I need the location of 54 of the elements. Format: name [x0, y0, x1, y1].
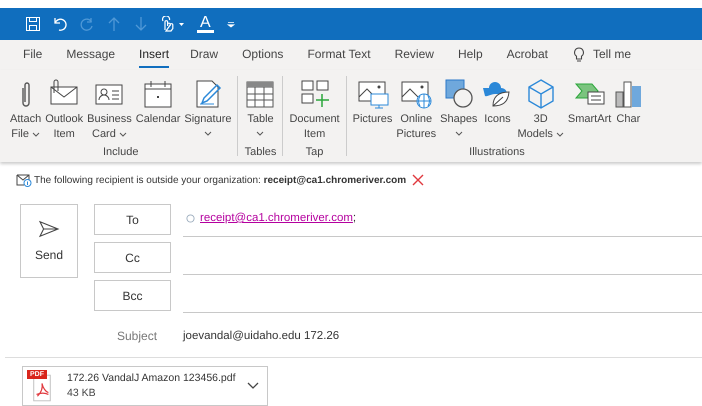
ribbon-tab[interactable]: Draw: [179, 40, 230, 70]
document-item-icon: [298, 78, 331, 110]
recipient-separator: ;: [352, 212, 356, 224]
subject-field[interactable]: joevandal@uidaho.edu 172.26: [183, 330, 340, 342]
ribbon-button[interactable]: Icons: [479, 70, 516, 146]
presence-icon: [186, 214, 195, 222]
ribbon-button[interactable]: Table: [242, 70, 278, 146]
ribbon-button[interactable]: Attach File: [8, 70, 44, 146]
ribbon-button[interactable]: Calendar: [134, 70, 182, 146]
recipient-input[interactable]: receipt@ca1.chromeriver.com;: [183, 204, 702, 237]
lightbulb-icon: [572, 47, 585, 63]
calendar-icon: [142, 78, 174, 110]
ribbon-tab[interactable]: Acrobat: [496, 40, 559, 70]
attachment-name: 172.26 VandalJ Amazon 123456.pdf: [67, 371, 237, 386]
send-icon: [38, 220, 60, 238]
ribbon-button[interactable]: Outlook Item: [43, 70, 86, 146]
ribbon-button[interactable]: Char: [613, 70, 644, 146]
send-button[interactable]: Send: [20, 204, 78, 278]
ribbon-button[interactable]: Document Item: [287, 70, 342, 146]
undo-icon[interactable]: [52, 16, 68, 32]
recipient-field-button[interactable]: To: [94, 204, 171, 235]
close-icon[interactable]: [412, 174, 424, 186]
touch-mode-icon[interactable]: [160, 16, 186, 32]
recipient-field-button[interactable]: Cc: [94, 242, 171, 273]
save-icon[interactable]: [25, 16, 41, 32]
ribbon-tab[interactable]: File: [12, 40, 54, 70]
external-recipient-warning: The following recipient is outside your organization: receipt@ca1.chromeriver.com: [34, 174, 406, 186]
ribbon-button[interactable]: 3D Models: [515, 70, 566, 146]
font-color-button[interactable]: A: [197, 15, 214, 33]
ribbon-tab[interactable]: Format Text: [296, 40, 382, 70]
ribbon-button[interactable]: Online Pictures: [394, 70, 438, 146]
ribbon-tab[interactable]: Insert: [139, 42, 170, 68]
ribbon-tab[interactable]: Help: [446, 40, 494, 70]
group-label: Tap: [306, 146, 324, 158]
group-label: Illustrations: [469, 146, 525, 158]
ribbon-tab[interactable]: Message: [55, 40, 126, 70]
shapes-icon: [442, 78, 475, 110]
ribbon-button[interactable]: Business Card: [85, 70, 134, 146]
ribbon-tab[interactable]: Review: [384, 40, 445, 70]
tell-me-search[interactable]: Tell me: [584, 40, 642, 70]
ribbon-tab[interactable]: Options: [231, 40, 294, 70]
ribbon-button[interactable]: Signature: [182, 70, 234, 146]
group-label: Include: [103, 146, 138, 158]
recipient-link[interactable]: receipt@ca1.chromeriver.com: [200, 212, 353, 224]
attachment-size: 43 KB: [67, 386, 97, 401]
group-label: Tables: [244, 146, 276, 158]
envelope-info-icon: [16, 173, 32, 187]
paperclip-icon: [22, 82, 30, 106]
subject-label: Subject: [116, 329, 158, 343]
ribbon-button[interactable]: Pictures: [350, 70, 394, 146]
ribbon-button[interactable]: SmartArt: [566, 70, 614, 146]
caret-icon[interactable]: [247, 382, 259, 390]
recipient-field-button[interactable]: Bcc: [94, 280, 171, 311]
ribbon-button[interactable]: Shapes: [438, 70, 480, 146]
